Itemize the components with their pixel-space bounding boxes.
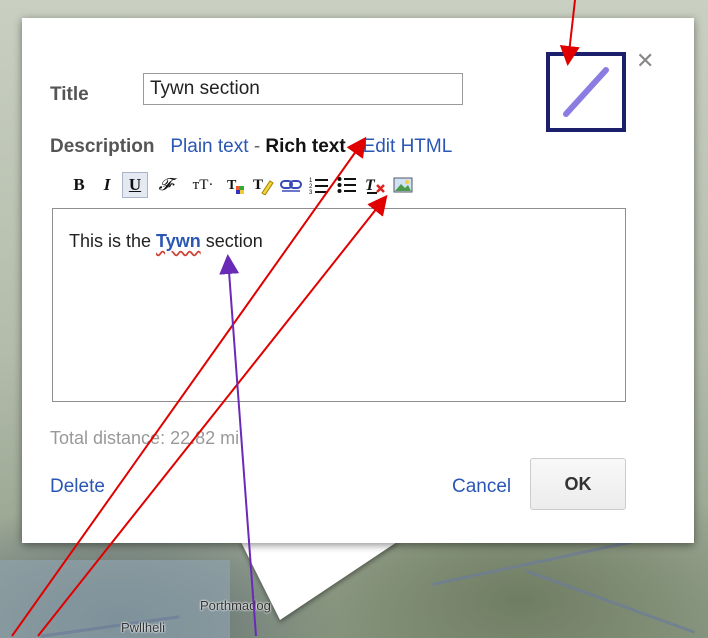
svg-text:3: 3 bbox=[309, 190, 313, 195]
text-color-button[interactable]: T bbox=[222, 172, 248, 198]
bold-button[interactable]: B bbox=[66, 172, 92, 198]
editor-text: section bbox=[200, 231, 263, 251]
info-window-tail bbox=[240, 540, 400, 620]
close-icon[interactable]: ✕ bbox=[636, 48, 654, 74]
font-size-button[interactable]: тT· bbox=[186, 172, 220, 198]
editor-link[interactable]: Tywn bbox=[156, 231, 201, 251]
title-input[interactable] bbox=[143, 73, 463, 105]
plain-text-mode-link[interactable]: Plain text bbox=[170, 136, 248, 157]
rich-text-toolbar: B I U 𝓕· тT· T T 1 2 3 T bbox=[66, 170, 416, 200]
numbered-list-button[interactable]: 1 2 3 bbox=[306, 172, 332, 198]
editor-text: This is the bbox=[69, 231, 157, 251]
numbered-list-icon: 1 2 3 bbox=[309, 178, 328, 195]
line-style-button[interactable] bbox=[546, 52, 626, 132]
delete-link[interactable]: Delete bbox=[50, 476, 105, 498]
title-label: Title bbox=[50, 84, 89, 105]
highlight-color-icon: T bbox=[253, 177, 274, 195]
remove-formatting-icon: T bbox=[365, 177, 385, 194]
svg-text:T: T bbox=[253, 177, 263, 193]
insert-image-icon bbox=[393, 177, 413, 193]
underline-button[interactable]: U bbox=[122, 172, 148, 198]
edit-html-mode-link[interactable]: Edit HTML bbox=[363, 136, 453, 157]
link-icon bbox=[280, 180, 302, 192]
mode-separator: - bbox=[253, 136, 261, 157]
description-label: Description bbox=[50, 136, 155, 157]
svg-text:T: T bbox=[227, 178, 237, 193]
description-row: Description Plain text - Rich text - Edi… bbox=[50, 136, 452, 158]
link-button[interactable] bbox=[278, 172, 304, 198]
description-editor[interactable]: This is the Tywn section bbox=[52, 208, 626, 402]
bulleted-list-icon bbox=[337, 177, 356, 193]
rich-text-mode-label: Rich text bbox=[265, 136, 346, 157]
bulleted-list-button[interactable] bbox=[334, 172, 360, 198]
text-color-icon: T bbox=[227, 178, 244, 194]
highlight-button[interactable]: T bbox=[250, 172, 276, 198]
info-window: Title ✕ Description Plain text - Rich te… bbox=[22, 18, 694, 543]
svg-text:T: T bbox=[365, 177, 376, 194]
insert-image-button[interactable] bbox=[390, 172, 416, 198]
remove-formatting-button[interactable]: T bbox=[362, 172, 388, 198]
line-style-icon bbox=[563, 67, 609, 117]
ok-button[interactable]: OK bbox=[530, 458, 626, 510]
map-label-pwllheli: Pwllheli bbox=[121, 620, 166, 635]
cancel-link[interactable]: Cancel bbox=[452, 476, 511, 498]
font-family-button[interactable]: 𝓕· bbox=[150, 172, 184, 198]
mode-separator: - bbox=[350, 136, 358, 157]
total-distance: Total distance: 22.82 mi bbox=[50, 428, 240, 448]
italic-button[interactable]: I bbox=[94, 172, 120, 198]
